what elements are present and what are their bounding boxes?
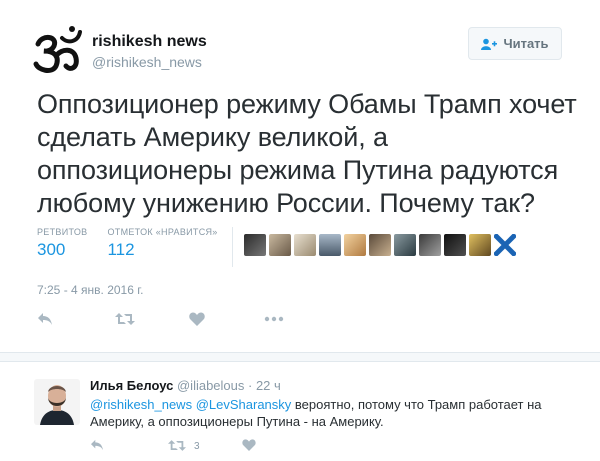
liker-avatar[interactable] — [469, 234, 491, 256]
like-heart-icon[interactable] — [189, 312, 205, 326]
liker-avatar-saltire-flag[interactable] — [494, 234, 516, 256]
liker-avatar[interactable] — [394, 234, 416, 256]
likes-label: ОТМЕТОК «НРАВИТСЯ» — [107, 227, 218, 237]
liker-avatar[interactable] — [444, 234, 466, 256]
author-handle[interactable]: @rishikesh_news — [92, 54, 202, 70]
author-name[interactable]: rishikesh news — [92, 33, 207, 51]
tweet-separator — [0, 352, 600, 362]
reply-author-handle[interactable]: @iliabelous — [177, 378, 244, 393]
reply-tweet: Илья Белоус @iliabelous · 22 ч @rishikes… — [0, 362, 600, 461]
reply-author-name[interactable]: Илья Белоус — [90, 378, 173, 393]
more-options-icon[interactable] — [264, 316, 284, 322]
reply-icon[interactable] — [37, 312, 53, 326]
reply-author-avatar[interactable] — [34, 379, 80, 425]
liker-avatar[interactable] — [269, 234, 291, 256]
retweet-icon[interactable] — [115, 312, 135, 326]
liker-avatar[interactable] — [419, 234, 441, 256]
liker-avatar[interactable] — [369, 234, 391, 256]
retweets-stat[interactable]: РЕТВИТОВ 300 — [37, 227, 87, 260]
main-tweet: rishikesh news @rishikesh_news Читать Оп… — [0, 0, 600, 352]
reply-time[interactable]: · 22 ч — [248, 378, 281, 393]
om-symbol-avatar[interactable] — [32, 24, 84, 76]
add-user-icon — [481, 38, 498, 50]
liker-avatar[interactable] — [244, 234, 266, 256]
tweet-text: Оппозиционер режиму Обамы Трамп хочет сд… — [37, 89, 577, 218]
like-heart-icon[interactable] — [242, 439, 256, 451]
liker-avatar[interactable] — [319, 234, 341, 256]
liker-avatar[interactable] — [294, 234, 316, 256]
liker-avatars — [244, 234, 516, 256]
likes-count: 112 — [107, 240, 135, 259]
reply-text: @rishikesh_news @LevSharansky вероятно, … — [90, 396, 560, 430]
mention-link[interactable]: @LevSharansky — [196, 397, 292, 412]
mention-link[interactable]: @rishikesh_news — [90, 397, 192, 412]
liker-avatar[interactable] — [344, 234, 366, 256]
stats-divider — [232, 227, 233, 267]
follow-label: Читать — [503, 36, 549, 51]
reply-header: Илья Белоус @iliabelous · 22 ч — [90, 378, 281, 393]
follow-button[interactable]: Читать — [468, 27, 562, 60]
reply-icon[interactable] — [90, 439, 104, 451]
reply-retweet-count: 3 — [194, 441, 200, 452]
retweets-count: 300 — [37, 240, 66, 259]
retweets-label: РЕТВИТОВ — [37, 227, 88, 237]
tweet-timestamp[interactable]: 7:25 - 4 янв. 2016 г. — [37, 283, 143, 297]
likes-stat[interactable]: ОТМЕТОК «НРАВИТСЯ» 112 — [107, 227, 217, 260]
tweet-stats: РЕТВИТОВ 300 ОТМЕТОК «НРАВИТСЯ» 112 — [37, 227, 238, 260]
retweet-icon[interactable] — [168, 439, 186, 452]
